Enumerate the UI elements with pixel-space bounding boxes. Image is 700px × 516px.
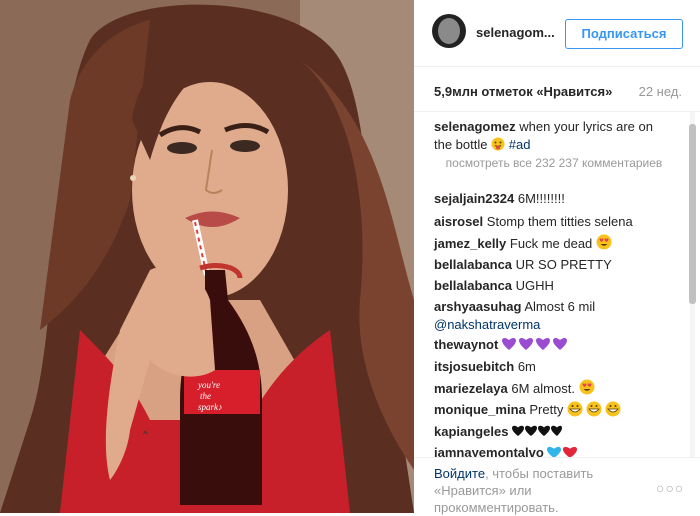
comment-user[interactable]: mariezelaya <box>434 381 508 396</box>
purple-hearts-emoji-icon <box>501 337 568 356</box>
comment-user[interactable]: aisrosel <box>434 214 483 229</box>
photo-illustration: you're the spark♪ ^ <box>0 0 414 513</box>
post-footer: Войдите, чтобы поставить «Нравится» или … <box>414 457 700 516</box>
comment-user[interactable]: kapiangeles <box>434 424 508 439</box>
comment-item: sejaljain2324 6M!!!!!!!! <box>434 190 674 208</box>
username-link[interactable]: selenagom... <box>476 25 555 40</box>
black-hearts-emoji-icon <box>512 424 563 442</box>
likes-row: 5,9млн отметок «Нравится» 22 нед. <box>414 66 700 112</box>
comment-user[interactable]: bellalabanca <box>434 278 512 293</box>
comment-item: aisrosel Stomp them titties selena <box>434 213 674 231</box>
heart-eyes-emoji-icon <box>596 234 612 255</box>
tongue-emoji-icon <box>491 137 505 156</box>
svg-text:^: ^ <box>143 430 148 441</box>
comment-text: UR SO PRETTY <box>515 257 612 272</box>
comment-text: Fuck me dead <box>509 236 593 251</box>
comment-text: Pretty <box>529 402 564 417</box>
comment-item: bellalabanca UR SO PRETTY <box>434 256 674 274</box>
login-prompt: Войдите, чтобы поставить «Нравится» или … <box>434 465 654 516</box>
comment-item: thewaynot <box>434 336 674 356</box>
grinning-emoji-icon <box>567 401 621 422</box>
comment-text: 6m <box>517 359 536 374</box>
avatar-image <box>438 18 460 44</box>
comment-text: 6M almost. <box>511 381 575 396</box>
post-age[interactable]: 22 нед. <box>639 84 682 99</box>
caption: selenagomez when your lyrics are on the … <box>434 118 674 156</box>
comment-text: Stomp them titties selena <box>486 214 633 229</box>
comment-text: UGHH <box>515 278 554 293</box>
svg-text:the: the <box>200 391 211 401</box>
post-header: selenagom... Подписаться <box>414 0 700 67</box>
post-modal: you're the spark♪ ^ selenagom... Подписа… <box>0 0 700 516</box>
comment-item: arshyaasuhag Almost 6 mil @nakshatraverm… <box>434 298 674 334</box>
comment-user[interactable]: bellalabanca <box>434 257 512 272</box>
comment-text: Almost 6 mil <box>524 299 596 314</box>
comment-item: kapiangeles <box>434 423 674 442</box>
comment-item: itsjosuebitch 6m <box>434 358 674 376</box>
more-options-icon[interactable]: ○○○ <box>656 480 684 496</box>
post-details-panel: selenagom... Подписаться 5,9млн отметок … <box>414 0 700 516</box>
comment-item: iamnayemontalvo <box>434 444 674 457</box>
hashtag-link[interactable]: #ad <box>509 137 531 152</box>
avatar[interactable] <box>432 14 466 48</box>
comment-user[interactable]: thewaynot <box>434 337 498 352</box>
mention-link[interactable]: @nakshatraverma <box>434 317 540 332</box>
comment-user[interactable]: jamez_kelly <box>434 236 506 251</box>
comments-list: selenagomez when your lyrics are on the … <box>414 112 682 457</box>
svg-text:spark♪: spark♪ <box>198 402 223 412</box>
heart-eyes-emoji-icon <box>579 379 595 400</box>
comment-item: monique_mina Pretty <box>434 401 674 422</box>
comment-item: bellalabanca UGHH <box>434 277 674 295</box>
comment-user[interactable]: iamnayemontalvo <box>434 445 544 457</box>
bottle-label-text: you're <box>197 380 220 390</box>
likes-count[interactable]: 5,9млн отметок «Нравится» <box>434 84 612 99</box>
comment-user[interactable]: monique_mina <box>434 402 526 417</box>
post-photo[interactable]: you're the spark♪ ^ <box>0 0 414 513</box>
comments-scrollbar[interactable] <box>686 112 698 457</box>
comment-text: 6M!!!!!!!! <box>517 191 565 206</box>
comment-item: jamez_kelly Fuck me dead <box>434 234 674 255</box>
load-more-comments[interactable]: посмотреть все 232 237 комментариев <box>434 155 674 172</box>
caption-user[interactable]: selenagomez <box>434 119 516 134</box>
scroll-thumb[interactable] <box>689 124 696 304</box>
follow-button[interactable]: Подписаться <box>565 19 683 49</box>
blue-red-hearts-emoji-icon <box>547 446 578 457</box>
comment-user[interactable]: arshyaasuhag <box>434 299 521 314</box>
login-link[interactable]: Войдите <box>434 466 485 481</box>
comment-user[interactable]: itsjosuebitch <box>434 359 514 374</box>
comment-user[interactable]: sejaljain2324 <box>434 191 514 206</box>
comment-item: mariezelaya 6M almost. <box>434 379 674 400</box>
